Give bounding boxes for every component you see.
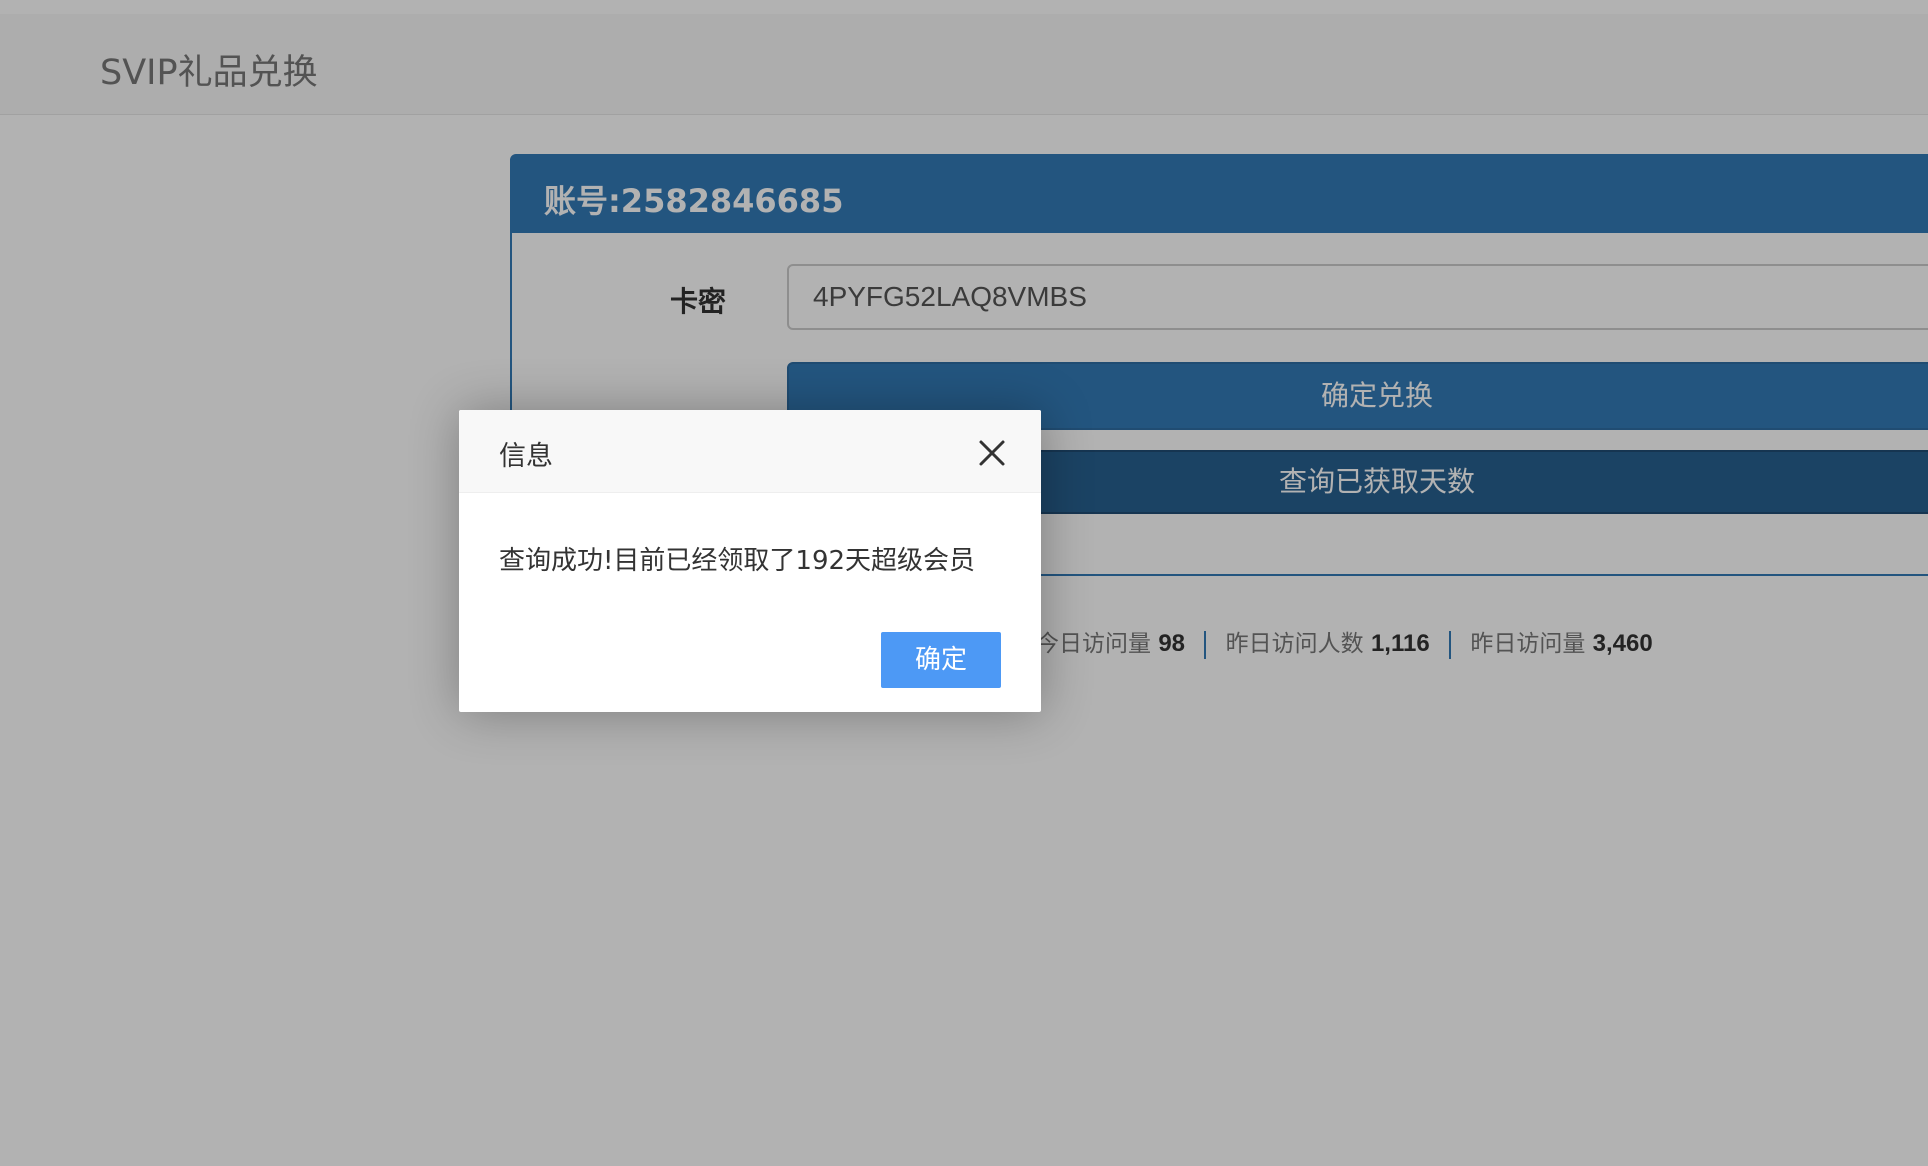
- close-icon[interactable]: [977, 438, 1007, 468]
- dialog-header: 信息: [459, 410, 1041, 493]
- dialog-title: 信息: [499, 441, 553, 472]
- confirm-button[interactable]: 确定: [881, 632, 1001, 688]
- dialog-message: 查询成功!目前已经领取了192天超级会员: [499, 546, 976, 576]
- info-dialog: 信息 查询成功!目前已经领取了192天超级会员 确定: [459, 410, 1041, 712]
